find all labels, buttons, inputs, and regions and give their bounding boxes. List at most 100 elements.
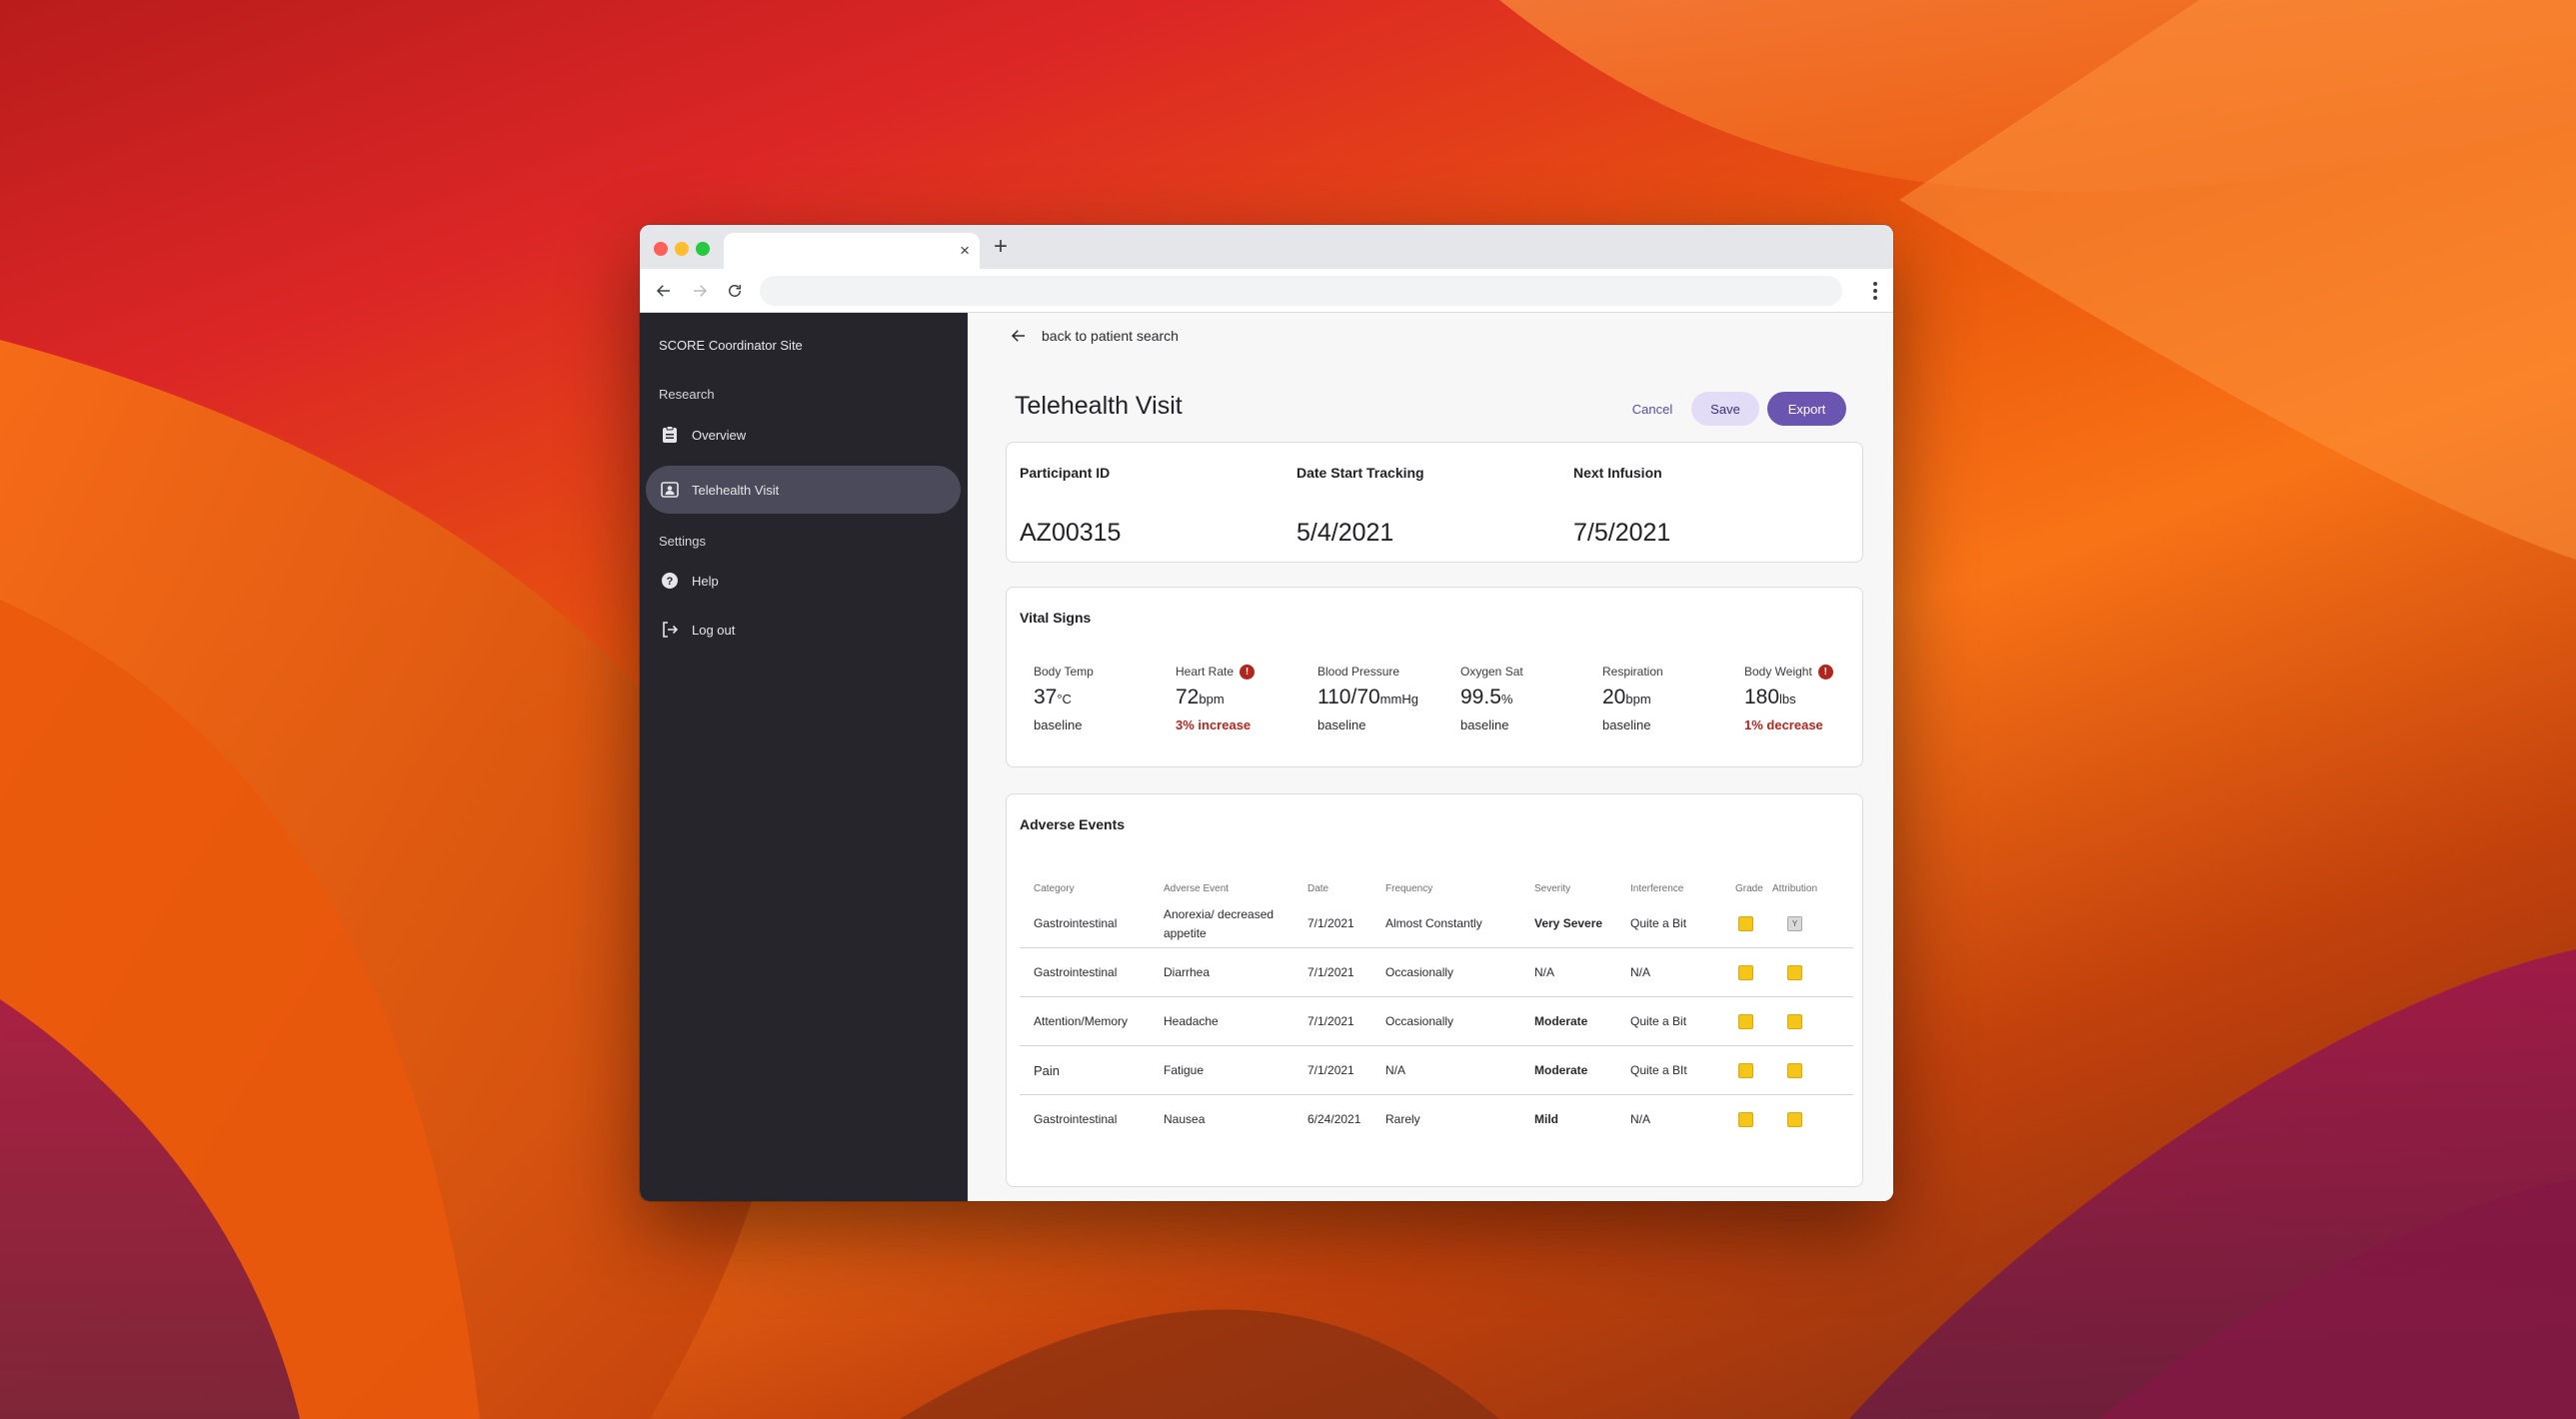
vital-status: baseline: [1602, 717, 1651, 732]
sidebar-item-label: Telehealth Visit: [692, 482, 780, 498]
grade-checkbox[interactable]: [1738, 1112, 1753, 1127]
cell-interference: Quite a Bit: [1630, 1014, 1687, 1028]
tab-close-icon[interactable]: ×: [960, 241, 970, 261]
column-header: Frequency: [1385, 883, 1433, 894]
cell-category: Gastrointestinal: [1034, 916, 1118, 930]
cell-frequency: Almost Constantly: [1385, 916, 1482, 930]
sidebar-item-help[interactable]: ? Help: [646, 557, 961, 605]
cell-attribution: [1787, 997, 1802, 1046]
cell-date: 7/1/2021: [1307, 916, 1354, 930]
column-header: Interference: [1630, 883, 1684, 894]
sidebar-item-telehealth-visit[interactable]: Telehealth Visit: [646, 466, 961, 514]
cell-severity: Moderate: [1534, 1014, 1588, 1028]
table-row: Gastrointestinal Nausea 6/24/2021 Rarely…: [1020, 1095, 1853, 1144]
section-settings: Settings: [659, 534, 706, 549]
back-to-search-link[interactable]: back to patient search: [1010, 327, 1179, 345]
main-content: back to patient search Telehealth Visit …: [968, 313, 1893, 1201]
attribution-checkbox[interactable]: [1787, 1014, 1802, 1029]
attribution-checkbox[interactable]: [1787, 1112, 1802, 1127]
participant-id-value: AZ00315: [1020, 519, 1122, 547]
cell-category: Gastrointestinal: [1034, 1112, 1118, 1126]
grade-checkbox[interactable]: [1738, 965, 1753, 980]
vital-blood-pressure: Blood Pressure 110/70mmHg baseline: [1317, 664, 1457, 732]
back-label: back to patient search: [1042, 328, 1179, 344]
sidebar-item-log-out[interactable]: Log out: [646, 606, 961, 654]
sidebar-item-label: Help: [692, 573, 719, 589]
reload-icon: [729, 285, 741, 297]
cell-frequency: Rarely: [1385, 1112, 1420, 1126]
participant-id-label: Participant ID: [1020, 465, 1111, 481]
next-infusion-value: 7/5/2021: [1573, 519, 1671, 547]
adverse-events-card: Adverse Events Category Adverse Event Da…: [1006, 793, 1863, 1187]
forward-nav-button[interactable]: [688, 279, 712, 303]
browser-menu-button[interactable]: [1867, 278, 1883, 304]
column-header: Grade: [1735, 883, 1763, 894]
attribution-checkbox[interactable]: [1787, 965, 1802, 980]
cell-frequency: Occasionally: [1385, 1014, 1454, 1028]
vital-label: Oxygen Sat: [1460, 665, 1523, 679]
next-infusion-label: Next Infusion: [1573, 465, 1662, 481]
cell-event: Nausea: [1164, 1112, 1206, 1126]
attribution-checkbox[interactable]: [1787, 1063, 1802, 1078]
cell-grade: [1738, 948, 1753, 997]
vital-value: 72: [1176, 686, 1200, 709]
page-title: Telehealth Visit: [1015, 392, 1183, 420]
grade-checkbox[interactable]: [1738, 1063, 1753, 1078]
cell-date: 7/1/2021: [1307, 1014, 1354, 1028]
zoom-window-button[interactable]: [696, 242, 710, 256]
arrow-left-icon: [1011, 330, 1025, 342]
tab-strip: × +: [640, 225, 1893, 269]
new-tab-button[interactable]: +: [994, 235, 1008, 259]
cell-category: Gastrointestinal: [1034, 965, 1118, 979]
help-circle-icon: ?: [660, 571, 680, 591]
cell-severity: N/A: [1534, 965, 1555, 979]
attribution-checkbox[interactable]: Y: [1787, 916, 1802, 931]
section-research: Research: [659, 387, 715, 402]
column-header: Severity: [1534, 883, 1571, 894]
close-window-button[interactable]: [654, 242, 668, 256]
vital-value: 99.5: [1460, 686, 1501, 709]
save-button[interactable]: Save: [1691, 392, 1759, 426]
grade-checkbox[interactable]: [1738, 916, 1753, 931]
vital-body-temp: Body Temp 37°C baseline: [1034, 664, 1174, 732]
reload-button[interactable]: [723, 279, 747, 303]
alert-icon[interactable]: !: [1817, 664, 1833, 680]
clipboard-icon: [660, 425, 680, 445]
cell-attribution: [1787, 948, 1802, 997]
grade-checkbox[interactable]: [1738, 1014, 1753, 1029]
arrow-right-icon: [694, 285, 708, 297]
back-nav-button[interactable]: [652, 279, 676, 303]
vital-unit: lbs: [1779, 692, 1796, 707]
export-button[interactable]: Export: [1767, 392, 1846, 426]
vital-label: Body Temp: [1034, 665, 1094, 679]
vital-label: Blood Pressure: [1317, 665, 1400, 679]
sidebar: SCORE Coordinator Site Research Overview…: [640, 313, 968, 1201]
vital-value: 110/70: [1317, 686, 1380, 709]
cell-date: 6/24/2021: [1307, 1112, 1361, 1126]
alert-icon[interactable]: !: [1240, 664, 1256, 680]
logout-icon: [660, 620, 680, 640]
arrow-left-icon: [656, 285, 670, 297]
cell-event: Anorexia/ decreased appetite: [1164, 906, 1275, 940]
vital-body-weight: Body Weight! 180lbs 1% decrease: [1744, 664, 1884, 732]
cell-grade: [1738, 1046, 1753, 1095]
vital-oxygen-sat: Oxygen Sat 99.5% baseline: [1460, 664, 1600, 732]
vital-status: baseline: [1317, 717, 1366, 732]
cancel-button[interactable]: Cancel: [1623, 392, 1681, 426]
minimize-window-button[interactable]: [675, 242, 689, 256]
cell-severity: Mild: [1534, 1112, 1558, 1126]
browser-tab[interactable]: ×: [724, 233, 980, 269]
cell-grade: [1738, 997, 1753, 1046]
participant-card: Participant ID Date Start Tracking Next …: [1006, 442, 1863, 563]
cell-grade: [1738, 899, 1753, 948]
vital-value: 180: [1744, 686, 1780, 709]
sidebar-item-overview[interactable]: Overview: [646, 411, 961, 459]
cell-frequency: Occasionally: [1385, 965, 1454, 979]
address-bar[interactable]: [760, 276, 1842, 306]
cell-interference: N/A: [1630, 965, 1651, 979]
adverse-events-title: Adverse Events: [1020, 816, 1126, 832]
column-header: Attribution: [1772, 883, 1818, 894]
cell-event: Headache: [1164, 1014, 1219, 1028]
table-row: Gastrointestinal Anorexia/ decreased app…: [1020, 899, 1853, 948]
cell-event: Fatigue: [1164, 1063, 1205, 1077]
